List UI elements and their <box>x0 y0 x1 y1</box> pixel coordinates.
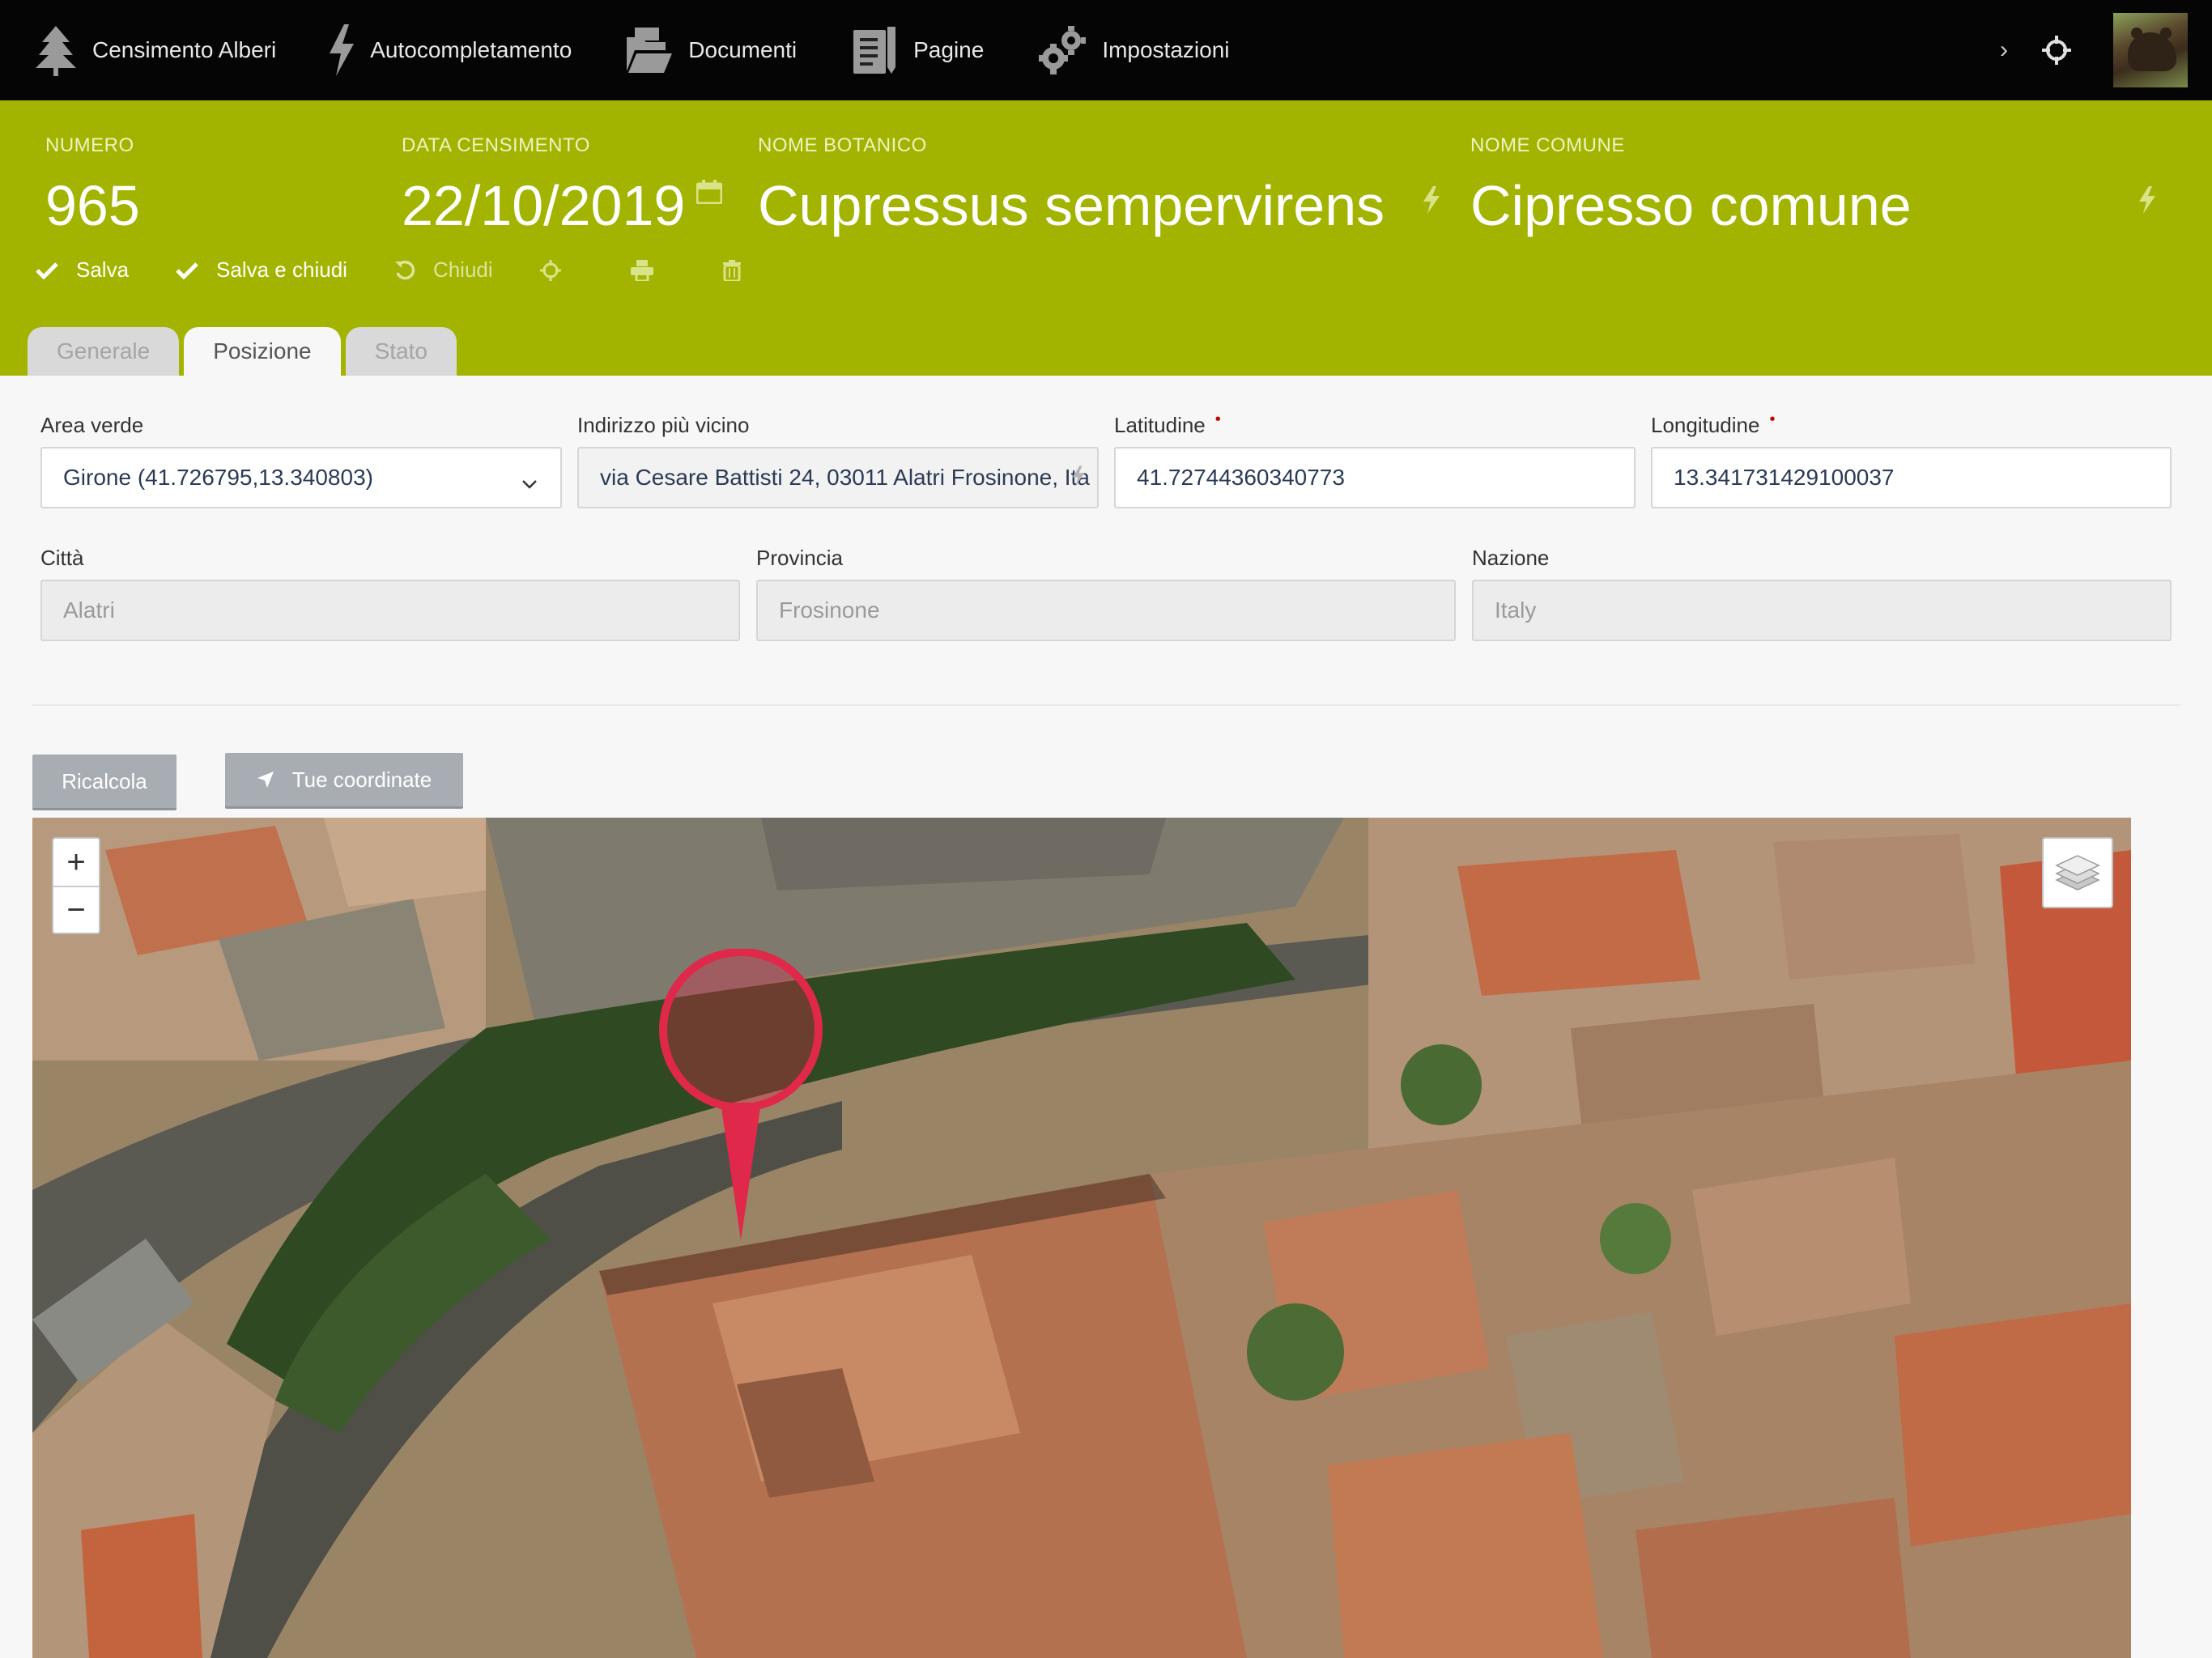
tue-coordinate-label: Tue coordinate <box>291 767 432 792</box>
nav-documenti[interactable]: Documenti <box>623 0 797 100</box>
citta-label: Città <box>40 546 84 570</box>
indirizzo-value: via Cesare Battisti 24, 03011 Alatri Fro… <box>600 465 1090 490</box>
zoom-out-button[interactable]: − <box>53 886 99 933</box>
record-header: NUMERO 965 DATA CENSIMENTO 22/10/2019 NO… <box>0 100 2212 376</box>
location-arrow-icon <box>257 772 274 788</box>
nazione-value: Italy <box>1495 597 1537 623</box>
ricalcola-label: Ricalcola <box>62 768 147 793</box>
nav-label: Autocompletamento <box>370 37 572 62</box>
autocomplete-bolt-icon[interactable] <box>1422 186 1441 218</box>
save-and-close-label: Salva e chiudi <box>216 257 347 282</box>
save-and-close-button[interactable]: Salva e chiudi <box>176 257 347 283</box>
latitudine-value: 41.72744360340773 <box>1137 465 1345 490</box>
citta-value: Alatri <box>63 597 115 623</box>
nav-label: Documenti <box>688 37 798 62</box>
nav-autocompletamento[interactable]: Autocompletamento <box>328 0 572 100</box>
record-tabs: Generale Posizione Stato <box>28 327 462 376</box>
zoom-in-button[interactable]: + <box>53 839 99 886</box>
calendar-icon[interactable] <box>696 180 723 208</box>
nav-impostazioni[interactable]: Impostazioni <box>1039 0 1230 100</box>
bolt-icon <box>328 24 370 76</box>
required-marker: • <box>1769 410 1776 428</box>
nome-botanico-value[interactable]: Cupressus sempervirens <box>758 173 1385 238</box>
latitudine-label: Latitudine • <box>1114 410 1221 438</box>
data-censimento-value[interactable]: 22/10/2019 <box>402 173 685 238</box>
undo-icon <box>394 260 415 279</box>
numero-label: NUMERO <box>45 134 134 156</box>
gears-icon <box>1039 26 1102 74</box>
longitudine-value: 13.341731429100037 <box>1674 465 1895 490</box>
nav-label: Pagine <box>913 37 985 62</box>
nav-label: Censimento Alberi <box>92 37 277 62</box>
longitudine-label: Longitudine • <box>1651 410 1776 438</box>
tab-generale[interactable]: Generale <box>28 327 180 376</box>
numero-field: NUMERO 965 <box>45 134 140 238</box>
longitudine-input[interactable]: 13.341731429100037 <box>1651 447 2172 508</box>
layers-button[interactable] <box>2042 837 2113 908</box>
nav-pagine[interactable]: Pagine <box>852 0 984 100</box>
layers-icon <box>2055 855 2100 891</box>
tab-posizione[interactable]: Posizione <box>184 327 341 376</box>
nazione-label: Nazione <box>1472 546 1550 570</box>
zoom-control: + − <box>52 837 100 934</box>
pages-icon <box>852 25 913 75</box>
close-label: Chiudi <box>432 257 493 282</box>
ricalcola-button[interactable]: Ricalcola <box>32 755 177 808</box>
autocomplete-bolt-icon[interactable] <box>1071 465 1086 487</box>
area-verde-select[interactable]: Girone (41.726795,13.340803) <box>40 447 562 508</box>
avatar[interactable] <box>2113 13 2188 87</box>
nav-expand-chevron[interactable]: › <box>2000 36 2008 64</box>
area-verde-value: Girone (41.726795,13.340803) <box>63 465 373 490</box>
chevron-down-icon <box>521 470 538 495</box>
record-toolbar: Salva Salva e chiudi Chiudi <box>36 257 810 283</box>
nazione-input: Italy <box>1472 580 2172 641</box>
crosshair-icon[interactable] <box>539 259 561 281</box>
tue-coordinate-button[interactable]: Tue coordinate <box>225 753 463 806</box>
top-navbar: Censimento Alberi Autocompletamento Docu… <box>0 0 2212 100</box>
tree-icon <box>34 24 92 76</box>
nome-comune-field: NOME COMUNE Cipresso comune <box>1470 134 1912 238</box>
nav-label: Impostazioni <box>1102 37 1230 62</box>
required-marker: • <box>1214 410 1221 428</box>
close-button[interactable]: Chiudi <box>394 257 493 283</box>
satellite-imagery <box>32 818 2131 1658</box>
location-marker-icon[interactable] <box>656 948 826 1244</box>
nome-botanico-label: NOME BOTANICO <box>758 134 927 156</box>
indirizzo-input[interactable]: via Cesare Battisti 24, 03011 Alatri Fro… <box>577 447 1099 508</box>
provincia-input: Frosinone <box>756 580 1456 641</box>
provincia-label: Provincia <box>756 546 843 570</box>
print-icon[interactable] <box>630 259 653 281</box>
nome-comune-label: NOME COMUNE <box>1470 134 1625 156</box>
latitudine-input[interactable]: 41.72744360340773 <box>1114 447 1636 508</box>
check-icon <box>176 261 198 279</box>
satellite-map[interactable]: + − <box>32 818 2131 1658</box>
data-censimento-label: DATA CENSIMENTO <box>402 134 590 156</box>
provincia-value: Frosinone <box>779 597 880 623</box>
citta-input: Alatri <box>40 580 740 641</box>
nav-censimento-alberi[interactable]: Censimento Alberi <box>34 0 276 100</box>
longitudine-label-text: Longitudine <box>1651 413 1760 437</box>
area-verde-label: Area verde <box>40 413 144 437</box>
numero-value[interactable]: 965 <box>45 173 140 238</box>
divider <box>32 704 2180 706</box>
data-censimento-field: DATA CENSIMENTO 22/10/2019 <box>402 134 685 238</box>
trash-icon[interactable] <box>722 259 741 281</box>
indirizzo-label: Indirizzo più vicino <box>577 413 750 437</box>
check-icon <box>36 261 58 279</box>
nome-comune-value[interactable]: Cipresso comune <box>1470 173 1912 238</box>
nome-botanico-field: NOME BOTANICO Cupressus sempervirens <box>758 134 1385 238</box>
save-label: Salva <box>76 257 130 282</box>
latitudine-label-text: Latitudine <box>1114 413 1206 437</box>
locate-crosshair-icon[interactable] <box>2042 36 2071 65</box>
save-button[interactable]: Salva <box>36 257 129 283</box>
autocomplete-bolt-icon[interactable] <box>2138 186 2157 218</box>
tab-stato[interactable]: Stato <box>345 327 457 376</box>
folder-icon <box>623 26 688 74</box>
